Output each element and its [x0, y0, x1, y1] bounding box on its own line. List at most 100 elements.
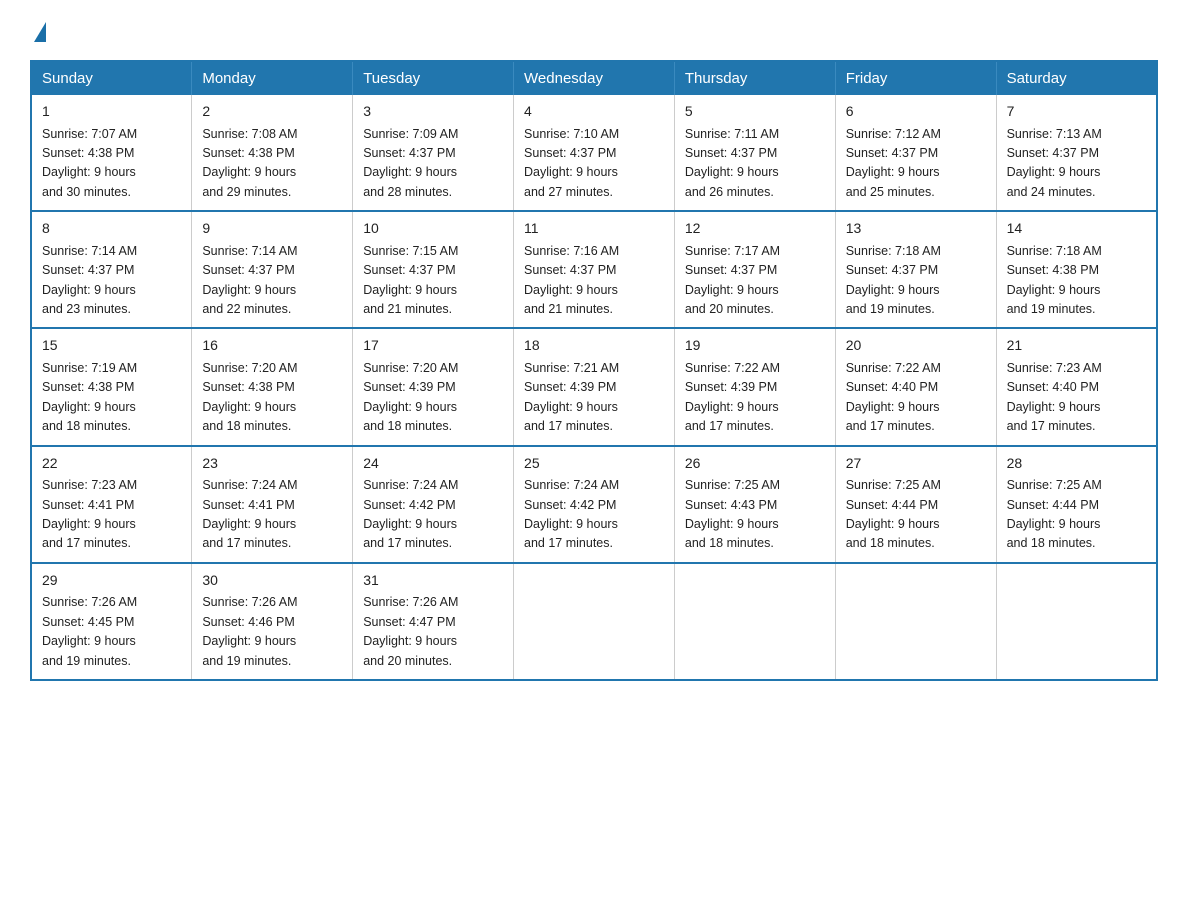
day-info: Sunrise: 7:20 AMSunset: 4:38 PMDaylight:… — [202, 361, 297, 433]
calendar-cell — [835, 563, 996, 680]
day-info: Sunrise: 7:10 AMSunset: 4:37 PMDaylight:… — [524, 127, 619, 199]
day-number: 2 — [202, 101, 342, 123]
day-number: 23 — [202, 453, 342, 475]
day-number: 20 — [846, 335, 986, 357]
calendar-cell: 26 Sunrise: 7:25 AMSunset: 4:43 PMDaylig… — [674, 446, 835, 563]
calendar-cell: 23 Sunrise: 7:24 AMSunset: 4:41 PMDaylig… — [192, 446, 353, 563]
day-info: Sunrise: 7:14 AMSunset: 4:37 PMDaylight:… — [202, 244, 297, 316]
calendar-week-row: 22 Sunrise: 7:23 AMSunset: 4:41 PMDaylig… — [31, 446, 1157, 563]
day-info: Sunrise: 7:23 AMSunset: 4:40 PMDaylight:… — [1007, 361, 1102, 433]
calendar-cell: 2 Sunrise: 7:08 AMSunset: 4:38 PMDayligh… — [192, 95, 353, 211]
column-header-wednesday: Wednesday — [514, 61, 675, 95]
day-info: Sunrise: 7:11 AMSunset: 4:37 PMDaylight:… — [685, 127, 779, 199]
calendar-cell: 29 Sunrise: 7:26 AMSunset: 4:45 PMDaylig… — [31, 563, 192, 680]
day-info: Sunrise: 7:18 AMSunset: 4:38 PMDaylight:… — [1007, 244, 1102, 316]
calendar-cell: 5 Sunrise: 7:11 AMSunset: 4:37 PMDayligh… — [674, 95, 835, 211]
day-number: 28 — [1007, 453, 1146, 475]
page-header — [30, 20, 1158, 42]
day-number: 11 — [524, 218, 664, 240]
day-info: Sunrise: 7:26 AMSunset: 4:45 PMDaylight:… — [42, 595, 137, 667]
calendar-cell: 31 Sunrise: 7:26 AMSunset: 4:47 PMDaylig… — [353, 563, 514, 680]
calendar-cell: 6 Sunrise: 7:12 AMSunset: 4:37 PMDayligh… — [835, 95, 996, 211]
calendar-cell — [514, 563, 675, 680]
day-number: 31 — [363, 570, 503, 592]
day-info: Sunrise: 7:09 AMSunset: 4:37 PMDaylight:… — [363, 127, 458, 199]
day-info: Sunrise: 7:21 AMSunset: 4:39 PMDaylight:… — [524, 361, 619, 433]
day-number: 6 — [846, 101, 986, 123]
day-info: Sunrise: 7:25 AMSunset: 4:43 PMDaylight:… — [685, 478, 780, 550]
day-info: Sunrise: 7:17 AMSunset: 4:37 PMDaylight:… — [685, 244, 780, 316]
calendar-header-row: SundayMondayTuesdayWednesdayThursdayFrid… — [31, 61, 1157, 95]
day-number: 27 — [846, 453, 986, 475]
column-header-thursday: Thursday — [674, 61, 835, 95]
day-number: 14 — [1007, 218, 1146, 240]
calendar-week-row: 29 Sunrise: 7:26 AMSunset: 4:45 PMDaylig… — [31, 563, 1157, 680]
calendar-week-row: 8 Sunrise: 7:14 AMSunset: 4:37 PMDayligh… — [31, 211, 1157, 328]
calendar-cell: 9 Sunrise: 7:14 AMSunset: 4:37 PMDayligh… — [192, 211, 353, 328]
day-number: 22 — [42, 453, 181, 475]
day-number: 21 — [1007, 335, 1146, 357]
calendar-cell: 21 Sunrise: 7:23 AMSunset: 4:40 PMDaylig… — [996, 328, 1157, 445]
day-info: Sunrise: 7:25 AMSunset: 4:44 PMDaylight:… — [1007, 478, 1102, 550]
day-info: Sunrise: 7:18 AMSunset: 4:37 PMDaylight:… — [846, 244, 941, 316]
day-number: 16 — [202, 335, 342, 357]
day-info: Sunrise: 7:26 AMSunset: 4:47 PMDaylight:… — [363, 595, 458, 667]
day-info: Sunrise: 7:22 AMSunset: 4:40 PMDaylight:… — [846, 361, 941, 433]
day-info: Sunrise: 7:12 AMSunset: 4:37 PMDaylight:… — [846, 127, 941, 199]
calendar-cell: 17 Sunrise: 7:20 AMSunset: 4:39 PMDaylig… — [353, 328, 514, 445]
day-info: Sunrise: 7:22 AMSunset: 4:39 PMDaylight:… — [685, 361, 780, 433]
calendar-cell — [996, 563, 1157, 680]
calendar-cell: 30 Sunrise: 7:26 AMSunset: 4:46 PMDaylig… — [192, 563, 353, 680]
column-header-saturday: Saturday — [996, 61, 1157, 95]
day-info: Sunrise: 7:23 AMSunset: 4:41 PMDaylight:… — [42, 478, 137, 550]
calendar-cell: 18 Sunrise: 7:21 AMSunset: 4:39 PMDaylig… — [514, 328, 675, 445]
calendar-cell: 11 Sunrise: 7:16 AMSunset: 4:37 PMDaylig… — [514, 211, 675, 328]
day-number: 24 — [363, 453, 503, 475]
logo-triangle-icon — [34, 22, 46, 42]
day-info: Sunrise: 7:24 AMSunset: 4:42 PMDaylight:… — [524, 478, 619, 550]
column-header-friday: Friday — [835, 61, 996, 95]
day-info: Sunrise: 7:24 AMSunset: 4:41 PMDaylight:… — [202, 478, 297, 550]
day-info: Sunrise: 7:19 AMSunset: 4:38 PMDaylight:… — [42, 361, 137, 433]
day-number: 3 — [363, 101, 503, 123]
calendar-cell: 22 Sunrise: 7:23 AMSunset: 4:41 PMDaylig… — [31, 446, 192, 563]
day-number: 1 — [42, 101, 181, 123]
calendar-week-row: 15 Sunrise: 7:19 AMSunset: 4:38 PMDaylig… — [31, 328, 1157, 445]
logo — [30, 20, 46, 42]
calendar-cell: 10 Sunrise: 7:15 AMSunset: 4:37 PMDaylig… — [353, 211, 514, 328]
calendar-cell: 7 Sunrise: 7:13 AMSunset: 4:37 PMDayligh… — [996, 95, 1157, 211]
day-info: Sunrise: 7:25 AMSunset: 4:44 PMDaylight:… — [846, 478, 941, 550]
day-number: 5 — [685, 101, 825, 123]
day-number: 19 — [685, 335, 825, 357]
day-info: Sunrise: 7:24 AMSunset: 4:42 PMDaylight:… — [363, 478, 458, 550]
column-header-monday: Monday — [192, 61, 353, 95]
day-info: Sunrise: 7:13 AMSunset: 4:37 PMDaylight:… — [1007, 127, 1102, 199]
calendar-cell: 1 Sunrise: 7:07 AMSunset: 4:38 PMDayligh… — [31, 95, 192, 211]
day-number: 30 — [202, 570, 342, 592]
day-number: 12 — [685, 218, 825, 240]
day-number: 8 — [42, 218, 181, 240]
day-number: 18 — [524, 335, 664, 357]
day-info: Sunrise: 7:20 AMSunset: 4:39 PMDaylight:… — [363, 361, 458, 433]
day-number: 15 — [42, 335, 181, 357]
calendar-cell: 4 Sunrise: 7:10 AMSunset: 4:37 PMDayligh… — [514, 95, 675, 211]
calendar-cell: 27 Sunrise: 7:25 AMSunset: 4:44 PMDaylig… — [835, 446, 996, 563]
calendar-cell: 13 Sunrise: 7:18 AMSunset: 4:37 PMDaylig… — [835, 211, 996, 328]
calendar-cell: 28 Sunrise: 7:25 AMSunset: 4:44 PMDaylig… — [996, 446, 1157, 563]
calendar-cell: 20 Sunrise: 7:22 AMSunset: 4:40 PMDaylig… — [835, 328, 996, 445]
day-number: 17 — [363, 335, 503, 357]
day-info: Sunrise: 7:08 AMSunset: 4:38 PMDaylight:… — [202, 127, 297, 199]
calendar-cell — [674, 563, 835, 680]
day-number: 13 — [846, 218, 986, 240]
calendar-table: SundayMondayTuesdayWednesdayThursdayFrid… — [30, 60, 1158, 681]
calendar-week-row: 1 Sunrise: 7:07 AMSunset: 4:38 PMDayligh… — [31, 95, 1157, 211]
calendar-cell: 3 Sunrise: 7:09 AMSunset: 4:37 PMDayligh… — [353, 95, 514, 211]
day-info: Sunrise: 7:14 AMSunset: 4:37 PMDaylight:… — [42, 244, 137, 316]
calendar-cell: 12 Sunrise: 7:17 AMSunset: 4:37 PMDaylig… — [674, 211, 835, 328]
day-number: 29 — [42, 570, 181, 592]
day-info: Sunrise: 7:26 AMSunset: 4:46 PMDaylight:… — [202, 595, 297, 667]
day-number: 4 — [524, 101, 664, 123]
day-number: 9 — [202, 218, 342, 240]
day-info: Sunrise: 7:16 AMSunset: 4:37 PMDaylight:… — [524, 244, 619, 316]
day-number: 7 — [1007, 101, 1146, 123]
